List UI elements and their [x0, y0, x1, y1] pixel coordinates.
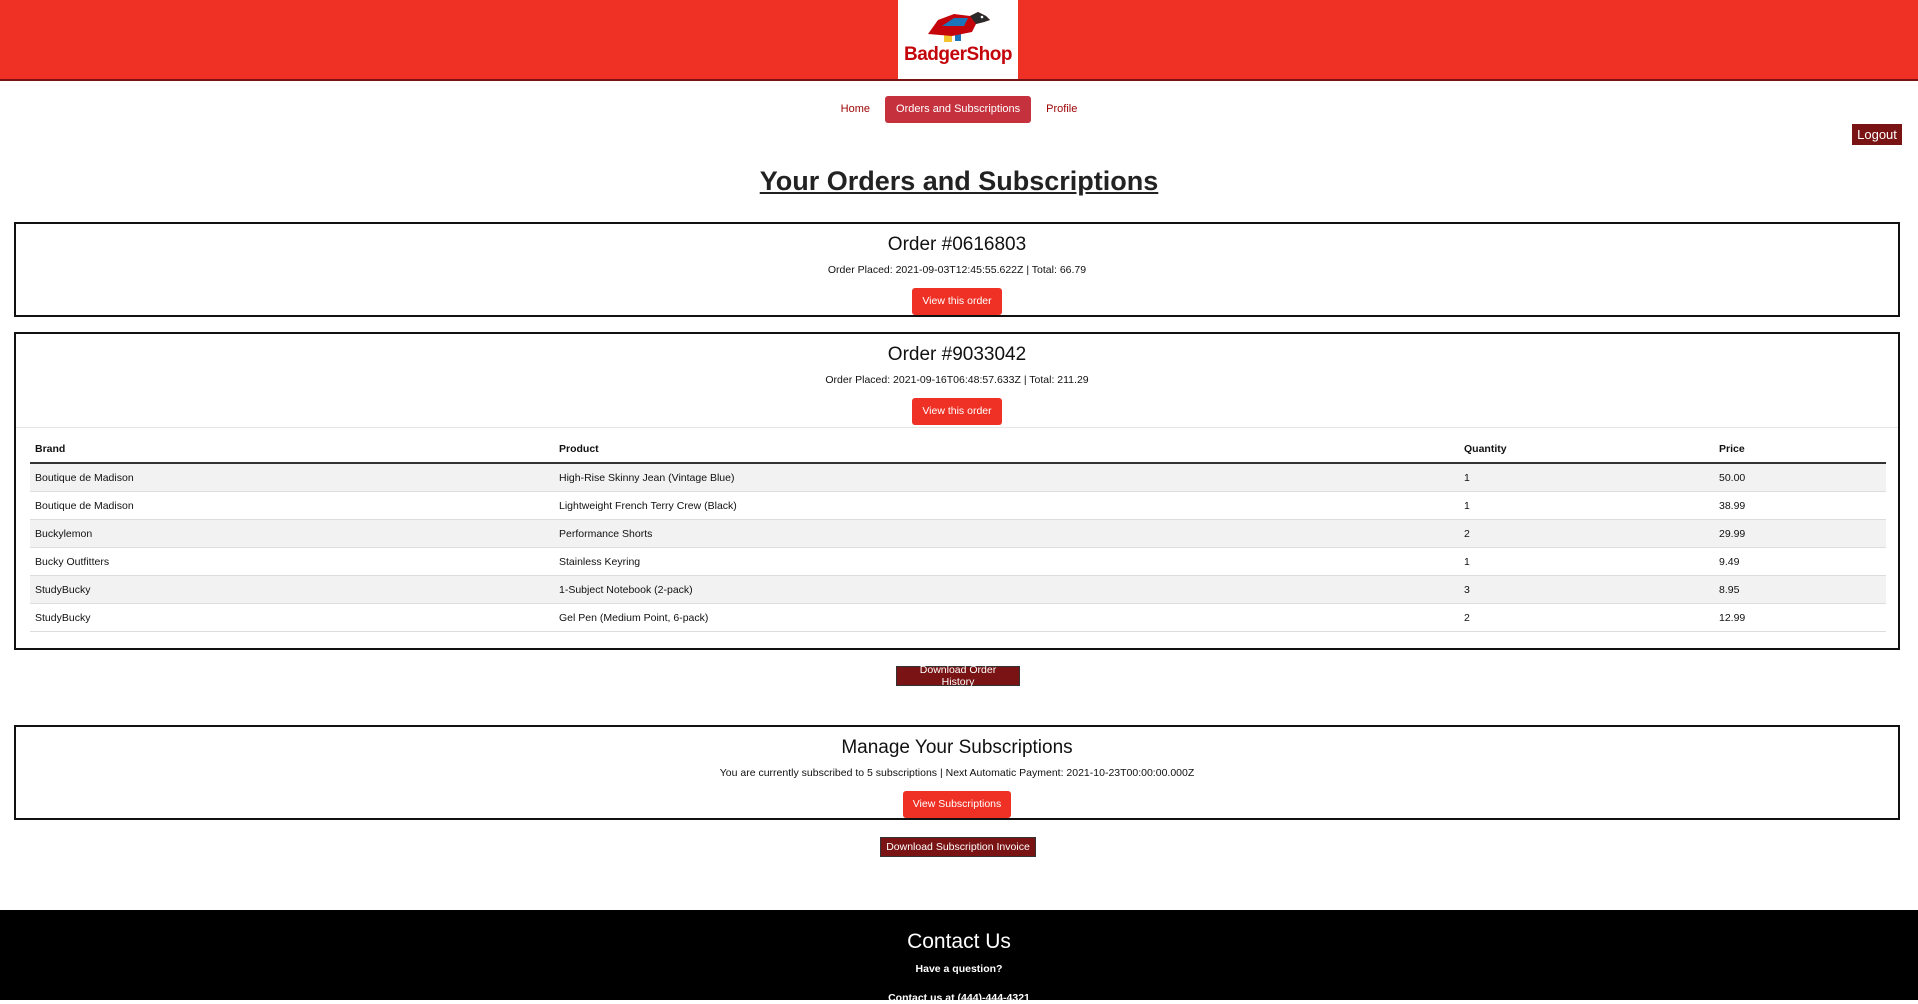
cell-brand: Bucky Outfitters	[30, 547, 554, 576]
nav-profile[interactable]: Profile	[1035, 96, 1088, 123]
subscriptions-title: Manage Your Subscriptions	[841, 737, 1073, 758]
cell-price: 8.95	[1714, 575, 1886, 604]
footer-title: Contact Us	[907, 930, 1011, 953]
table-row: StudyBucky Gel Pen (Medium Point, 6-pack…	[30, 603, 1886, 632]
column-header-quantity: Quantity	[1459, 436, 1714, 464]
subscriptions-card: Manage Your Subscriptions You are curren…	[14, 725, 1900, 820]
main-nav: Home Orders and Subscriptions Profile	[0, 96, 1918, 123]
cell-quantity: 1	[1459, 491, 1714, 520]
cell-brand: StudyBucky	[30, 575, 554, 604]
nav-home[interactable]: Home	[830, 96, 881, 123]
cell-quantity: 2	[1459, 603, 1714, 632]
table-row: StudyBucky 1-Subject Notebook (2-pack) 3…	[30, 575, 1886, 604]
cell-product: High-Rise Skinny Jean (Vintage Blue)	[554, 463, 1459, 492]
cell-price: 9.49	[1714, 547, 1886, 576]
table-row: Buckylemon Performance Shorts 2 29.99	[30, 519, 1886, 548]
view-order-button[interactable]: View this order	[912, 288, 1002, 315]
column-header-brand: Brand	[30, 436, 554, 464]
order-meta: Order Placed: 2021-09-16T06:48:57.633Z |…	[825, 374, 1089, 386]
order-items-table: Brand Product Quantity Price Boutique de…	[30, 436, 1886, 632]
cell-brand: StudyBucky	[30, 603, 554, 632]
footer-question: Have a question?	[915, 963, 1003, 975]
cell-quantity: 1	[1459, 547, 1714, 576]
cell-quantity: 1	[1459, 463, 1714, 492]
cell-brand: Boutique de Madison	[30, 491, 554, 520]
download-subscription-invoice-button[interactable]: Download Subscription Invoice	[880, 837, 1036, 857]
divider	[16, 427, 1898, 428]
view-subscriptions-button[interactable]: View Subscriptions	[902, 791, 1012, 818]
cell-product: 1-Subject Notebook (2-pack)	[554, 575, 1459, 604]
logo-text: BadgerShop	[904, 44, 1012, 65]
order-card: Order #0616803 Order Placed: 2021-09-03T…	[14, 222, 1900, 317]
site-header: BadgerShop	[0, 0, 1918, 81]
cell-quantity: 2	[1459, 519, 1714, 548]
order-title: Order #0616803	[887, 234, 1027, 255]
nav-orders-and-subscriptions[interactable]: Orders and Subscriptions	[885, 96, 1032, 123]
cell-price: 29.99	[1714, 519, 1886, 548]
table-row: Boutique de Madison High-Rise Skinny Jea…	[30, 463, 1886, 492]
subscriptions-meta: You are currently subscribed to 5 subscr…	[719, 767, 1195, 779]
table-row: Boutique de Madison Lightweight French T…	[30, 491, 1886, 520]
order-card: Order #9033042 Order Placed: 2021-09-16T…	[14, 332, 1900, 650]
cell-quantity: 3	[1459, 575, 1714, 604]
brand-logo[interactable]: BadgerShop	[898, 0, 1018, 79]
cell-product: Performance Shorts	[554, 519, 1459, 548]
column-header-price: Price	[1714, 436, 1886, 464]
cell-price: 38.99	[1714, 491, 1886, 520]
cell-product: Gel Pen (Medium Point, 6-pack)	[554, 603, 1459, 632]
cell-product: Lightweight French Terry Crew (Black)	[554, 491, 1459, 520]
order-meta: Order Placed: 2021-09-03T12:45:55.622Z |…	[827, 264, 1087, 276]
footer-contact: Contact us at (444)-444-4321	[888, 992, 1030, 1004]
logout-button[interactable]: Logout	[1852, 124, 1902, 145]
table-header-row: Brand Product Quantity Price	[30, 436, 1886, 464]
cell-brand: Boutique de Madison	[30, 463, 554, 492]
page-title: Your Orders and Subscriptions	[759, 166, 1159, 196]
order-title: Order #9033042	[887, 344, 1027, 365]
cell-price: 50.00	[1714, 463, 1886, 492]
table-row: Bucky Outfitters Stainless Keyring 1 9.4…	[30, 547, 1886, 576]
view-order-button[interactable]: View this order	[912, 398, 1002, 425]
cell-brand: Buckylemon	[30, 519, 554, 548]
column-header-product: Product	[554, 436, 1459, 464]
cell-product: Stainless Keyring	[554, 547, 1459, 576]
badger-logo-icon	[928, 12, 990, 42]
site-footer: Contact Us Have a question? Contact us a…	[0, 910, 1918, 1004]
cell-price: 12.99	[1714, 603, 1886, 632]
download-order-history-button[interactable]: Download Order History	[896, 664, 1020, 688]
